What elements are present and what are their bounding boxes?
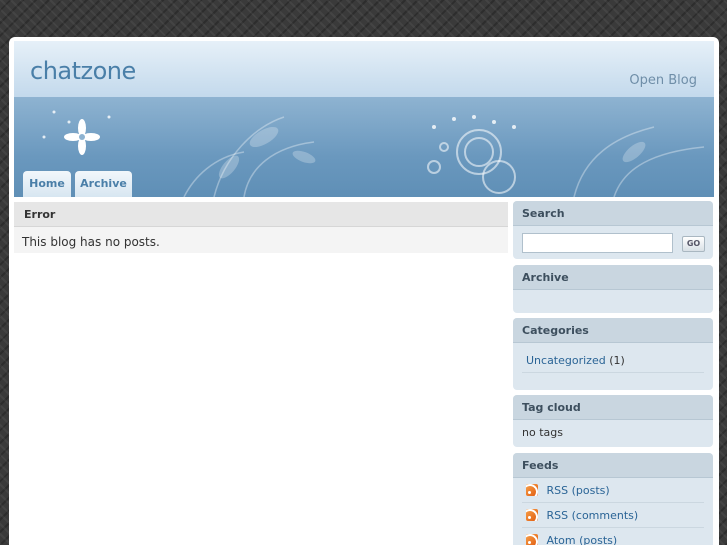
tagcloud-empty-text: no tags (522, 426, 563, 439)
categories-widget-title: Categories (513, 318, 713, 343)
search-widget-title: Search (513, 201, 713, 226)
feed-item[interactable]: Atom (posts) (522, 528, 704, 545)
error-message: This blog has no posts. (14, 227, 508, 253)
archive-widget-title: Archive (513, 265, 713, 290)
site-description: Open Blog (629, 73, 697, 88)
rss-icon (526, 534, 538, 545)
tagcloud-widget: Tag cloud no tags (513, 395, 713, 447)
category-count: (1) (609, 354, 625, 367)
tagcloud-widget-title: Tag cloud (513, 395, 713, 420)
feeds-widget: Feeds RSS (posts) RSS (comments) Atom (p… (513, 453, 713, 545)
feed-link-rss-comments[interactable]: RSS (comments) (547, 509, 639, 522)
feeds-widget-title: Feeds (513, 453, 713, 478)
categories-widget: Categories Uncategorized (1) (513, 318, 713, 390)
archive-widget: Archive (513, 265, 713, 313)
feed-link-atom-posts[interactable]: Atom (posts) (547, 534, 618, 545)
feed-item[interactable]: RSS (comments) (522, 503, 704, 528)
error-box: Error This blog has no posts. (14, 202, 508, 253)
search-go-button[interactable]: GO (682, 236, 705, 252)
category-item: Uncategorized (1) (522, 348, 704, 373)
site-title[interactable]: chatzone (30, 57, 136, 85)
site-header: chatzone Open Blog (14, 41, 714, 97)
error-title: Error (14, 202, 508, 227)
category-link[interactable]: Uncategorized (526, 354, 606, 367)
rss-icon (526, 484, 538, 496)
tab-archive[interactable]: Archive (75, 171, 132, 197)
feed-item[interactable]: RSS (posts) (522, 478, 704, 503)
tab-home[interactable]: Home (23, 171, 71, 197)
search-input[interactable] (522, 233, 673, 253)
search-widget: Search GO (513, 201, 713, 259)
rss-icon (526, 509, 538, 521)
page-container: chatzone Open Blog Home Archive Error Th… (9, 37, 719, 545)
feed-link-rss-posts[interactable]: RSS (posts) (547, 484, 610, 497)
